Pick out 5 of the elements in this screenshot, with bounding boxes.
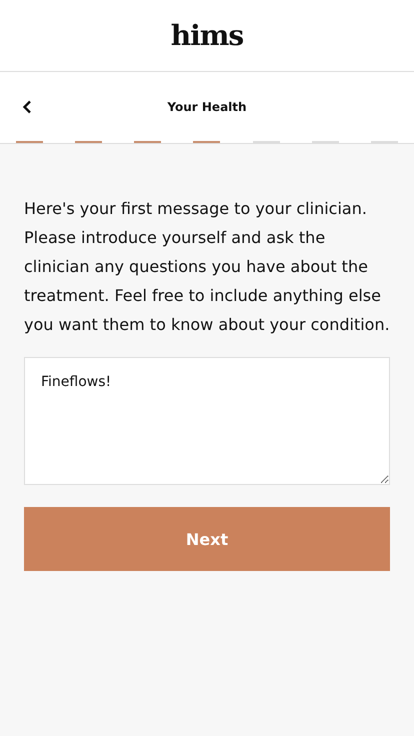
back-icon bbox=[22, 100, 32, 114]
page-title: Your Health bbox=[166, 100, 248, 114]
logo[interactable]: hims bbox=[170, 19, 244, 52]
instructions-text: Here's your first message to your clinician. Please introduce yourself and ask the clinician any questions you have about the treatment. Feel free to include anything else you want them to know about your condition. bbox=[24, 198, 390, 336]
message-field[interactable]: Fineflows! bbox=[24, 357, 390, 485]
